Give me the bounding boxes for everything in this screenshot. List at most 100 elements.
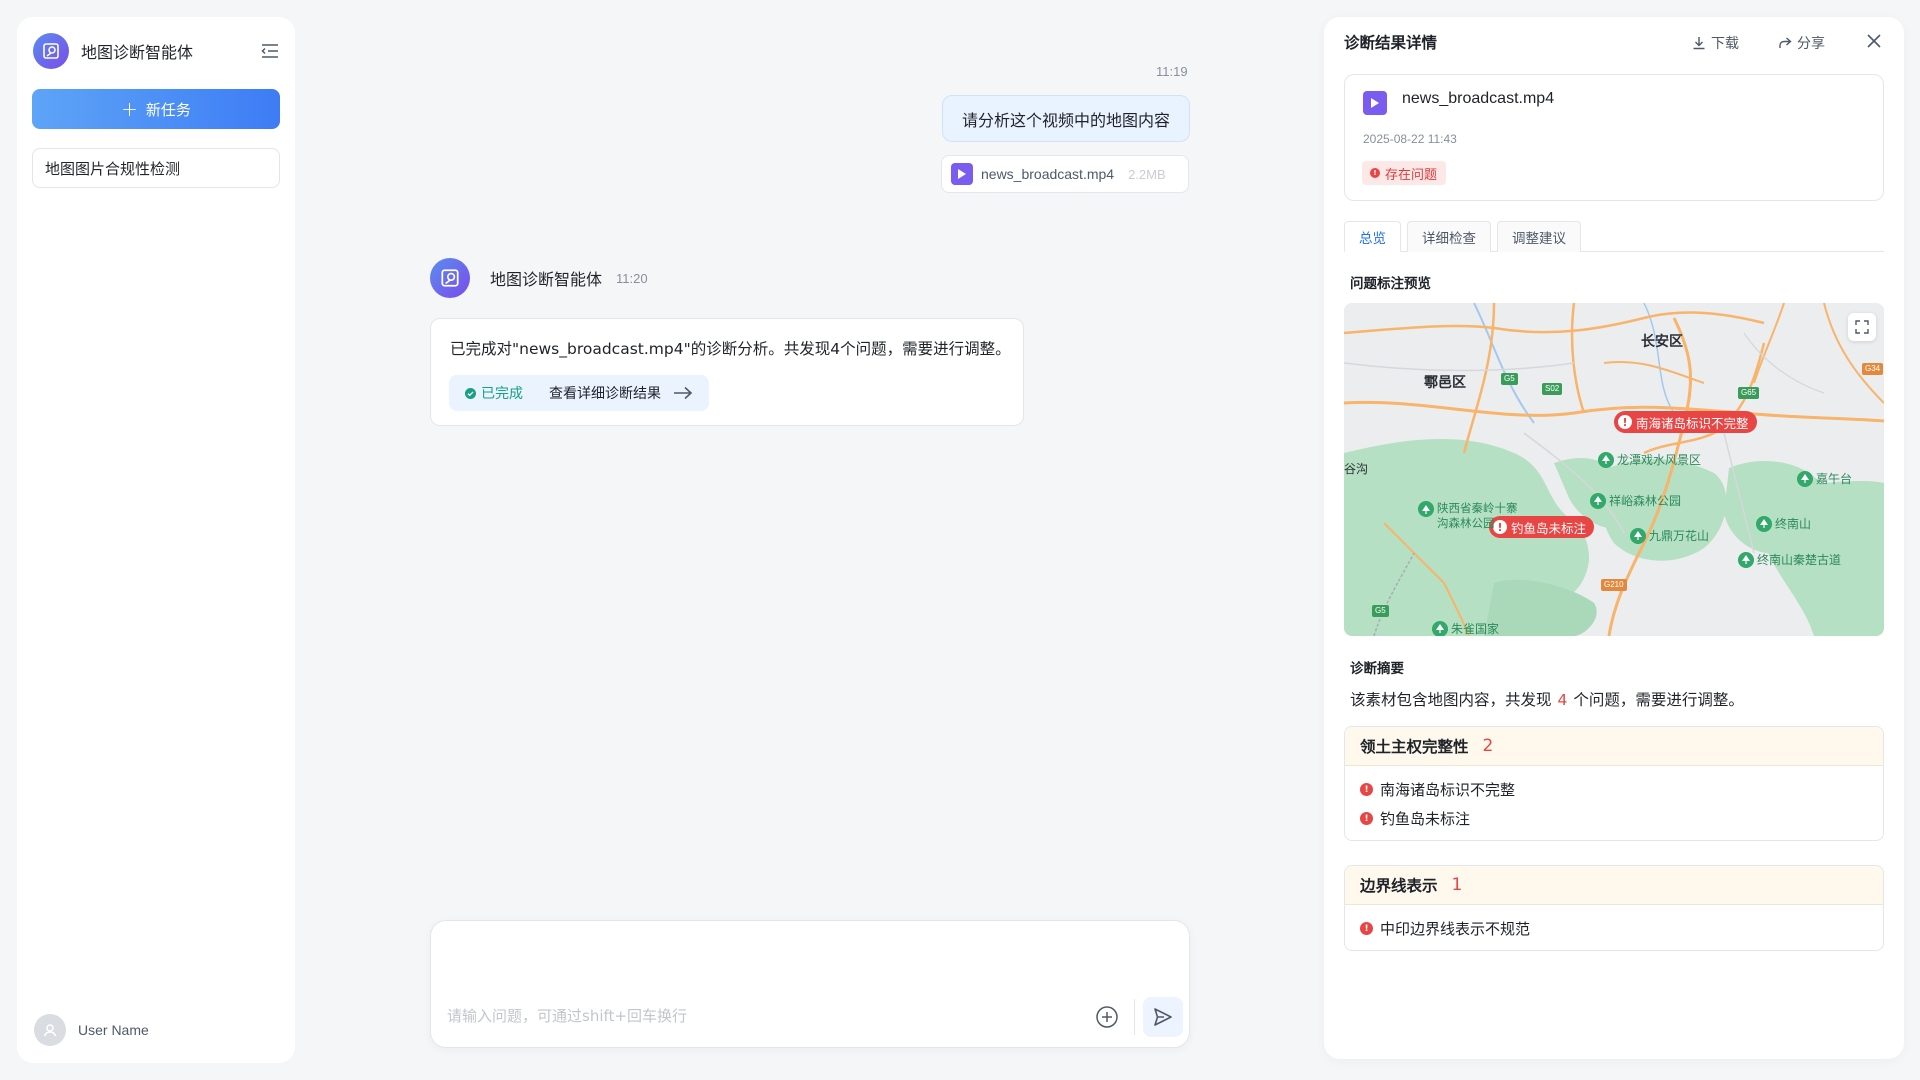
map-road-shield: G5 — [1501, 373, 1518, 385]
tree-pin-icon — [1738, 551, 1754, 568]
map-problem-label: 南海诸岛标识不完整 — [1636, 415, 1749, 431]
download-button[interactable]: 下载 — [1692, 33, 1739, 53]
poi-label: 终南山秦楚古道 — [1757, 553, 1842, 567]
map-district-label: 谷沟 — [1344, 462, 1369, 476]
bot-name: 地图诊断智能体 — [490, 270, 603, 289]
alert-icon: ! — [1618, 415, 1632, 429]
collapse-sidebar-icon[interactable] — [259, 40, 281, 62]
poi-label: 嘉午台 — [1816, 472, 1853, 486]
issue-group-title: 边界线表示 — [1360, 877, 1438, 895]
tree-pin-icon — [1432, 620, 1448, 636]
map-poi: 九鼎万花山 — [1630, 527, 1709, 544]
diagnosis-detail-panel: 诊断结果详情 下载 分享 news_broadcast.mp4 2025-08-… — [1324, 17, 1904, 1059]
share-label: 分享 — [1797, 36, 1825, 52]
issue-item-label: 钓鱼岛未标注 — [1380, 810, 1471, 828]
tree-pin-icon — [1418, 501, 1434, 517]
arrow-right-icon — [674, 386, 693, 400]
close-icon[interactable] — [1864, 31, 1884, 51]
issue-group-count: 2 — [1482, 736, 1494, 756]
map-poi: 祥峪森林公园 — [1590, 492, 1681, 509]
map-poi: 朱雀国家 — [1432, 620, 1499, 636]
user-profile[interactable]: User Name — [34, 1014, 149, 1046]
map-poi: 陕西省秦岭十寨 沟森林公园 — [1418, 501, 1518, 531]
issue-group-header: 边界线表示 1 — [1345, 866, 1883, 905]
poi-label: 九鼎万花山 — [1649, 529, 1710, 543]
issue-group-header: 领土主权完整性 2 — [1345, 727, 1883, 766]
status-badge: 已完成 — [465, 383, 523, 403]
issue-item-label: 南海诸岛标识不完整 — [1380, 781, 1516, 799]
message-composer — [430, 920, 1190, 1048]
send-button[interactable] — [1143, 997, 1183, 1037]
tab-suggestions[interactable]: 调整建议 — [1497, 221, 1581, 252]
download-icon — [1693, 37, 1705, 50]
tree-pin-icon — [1590, 492, 1606, 509]
status-label: 已完成 — [481, 386, 523, 402]
map-poi: 终南山秦楚古道 — [1738, 551, 1841, 568]
user-message-time: 11:19 — [1156, 64, 1188, 79]
bot-message-time: 11:20 — [616, 270, 648, 286]
map-problem-label: 钓鱼岛未标注 — [1511, 520, 1587, 536]
summary-suffix: 个问题，需要进行调整。 — [1573, 691, 1744, 709]
new-task-button[interactable]: + 新任务 — [32, 89, 280, 129]
composer-divider — [1134, 999, 1135, 1035]
summary-label: 诊断摘要 — [1350, 661, 1404, 677]
alert-icon: ! — [1370, 168, 1380, 178]
share-button[interactable]: 分享 — [1778, 33, 1825, 53]
alert-icon: ! — [1360, 922, 1373, 935]
map-poi: 龙潭戏水风景区 — [1598, 451, 1701, 468]
issue-status-badge: ! 存在问题 — [1362, 161, 1447, 185]
file-date: 2025-08-22 11:43 — [1363, 132, 1457, 146]
poi-label: 祥峪森林公园 — [1609, 494, 1682, 508]
panel-title: 诊断结果详情 — [1344, 34, 1438, 52]
poi-label: 沟森林公园 — [1437, 516, 1495, 530]
map-district-label: 鄠邑区 — [1424, 375, 1466, 391]
poi-label: 龙潭戏水风景区 — [1617, 453, 1702, 467]
app-name: 地图诊断智能体 — [81, 43, 194, 62]
fullscreen-icon[interactable] — [1848, 313, 1876, 341]
download-label: 下载 — [1711, 36, 1739, 52]
video-file-icon — [1363, 91, 1387, 115]
add-attachment-icon[interactable] — [1095, 1005, 1121, 1031]
poi-label: 陕西省秦岭十寨 — [1437, 501, 1518, 515]
issue-item[interactable]: ! 中印边界线表示不规范 — [1345, 914, 1883, 943]
summary-prefix: 该素材包含地图内容，共发现 — [1350, 691, 1552, 709]
attachment-chip[interactable]: news_broadcast.mp4 2.2MB — [941, 155, 1189, 193]
tab-overview[interactable]: 总览 — [1344, 221, 1401, 252]
message-input[interactable] — [447, 1005, 1087, 1029]
map-preview[interactable]: 长安区 鄠邑区 谷沟 G5 S02 G65 G34 G210 G5 ! 南海诸岛… — [1344, 303, 1884, 636]
tree-pin-icon — [1797, 470, 1813, 487]
alert-icon: ! — [1360, 812, 1373, 825]
alert-icon: ! — [1360, 783, 1373, 796]
sidebar: 地图诊断智能体 + 新任务 地图图片合规性检测 User Name — [17, 17, 295, 1063]
view-result-label: 查看详细诊断结果 — [549, 386, 661, 402]
summary-text: 该素材包含地图内容，共发现 4 个问题，需要进行调整。 — [1350, 688, 1744, 710]
poi-label: 朱雀国家 — [1451, 622, 1500, 636]
user-message-bubble: 请分析这个视频中的地图内容 — [942, 95, 1190, 142]
share-icon — [1779, 37, 1792, 48]
new-task-label: 新任务 — [145, 100, 191, 119]
map-road-shield: G34 — [1862, 363, 1884, 375]
issue-item[interactable]: ! 钓鱼岛未标注 — [1345, 804, 1883, 833]
bot-avatar-icon — [430, 258, 470, 298]
map-road-shield: G5 — [1372, 605, 1389, 617]
issue-group-title: 领土主权完整性 — [1360, 738, 1469, 756]
sidebar-header: 地图诊断智能体 — [33, 32, 283, 70]
map-district-label: 长安区 — [1641, 334, 1683, 350]
tab-detail-check[interactable]: 详细检查 — [1407, 221, 1491, 252]
plus-icon: + — [121, 97, 138, 121]
summary-count: 4 — [1557, 691, 1568, 709]
file-info-card: news_broadcast.mp4 2025-08-22 11:43 ! 存在… — [1344, 74, 1884, 201]
map-problem-marker[interactable]: ! 南海诸岛标识不完整 — [1614, 411, 1757, 433]
issue-group-count: 1 — [1451, 875, 1463, 895]
bot-message-header: 地图诊断智能体 11:20 — [430, 258, 648, 298]
check-circle-icon — [465, 387, 476, 399]
tree-pin-icon — [1756, 515, 1772, 532]
history-item[interactable]: 地图图片合规性检测 — [32, 148, 280, 188]
map-road-shield: G210 — [1601, 579, 1627, 591]
tree-pin-icon — [1598, 451, 1614, 468]
issue-item[interactable]: ! 南海诸岛标识不完整 — [1345, 775, 1883, 804]
bot-message-text: 已完成对"news_broadcast.mp4"的诊断分析。共发现4个问题，需要… — [450, 340, 1011, 358]
tree-pin-icon — [1630, 527, 1646, 544]
map-road-shield: G65 — [1738, 387, 1760, 399]
view-result-link[interactable]: 已完成 查看详细诊断结果 — [449, 375, 709, 411]
